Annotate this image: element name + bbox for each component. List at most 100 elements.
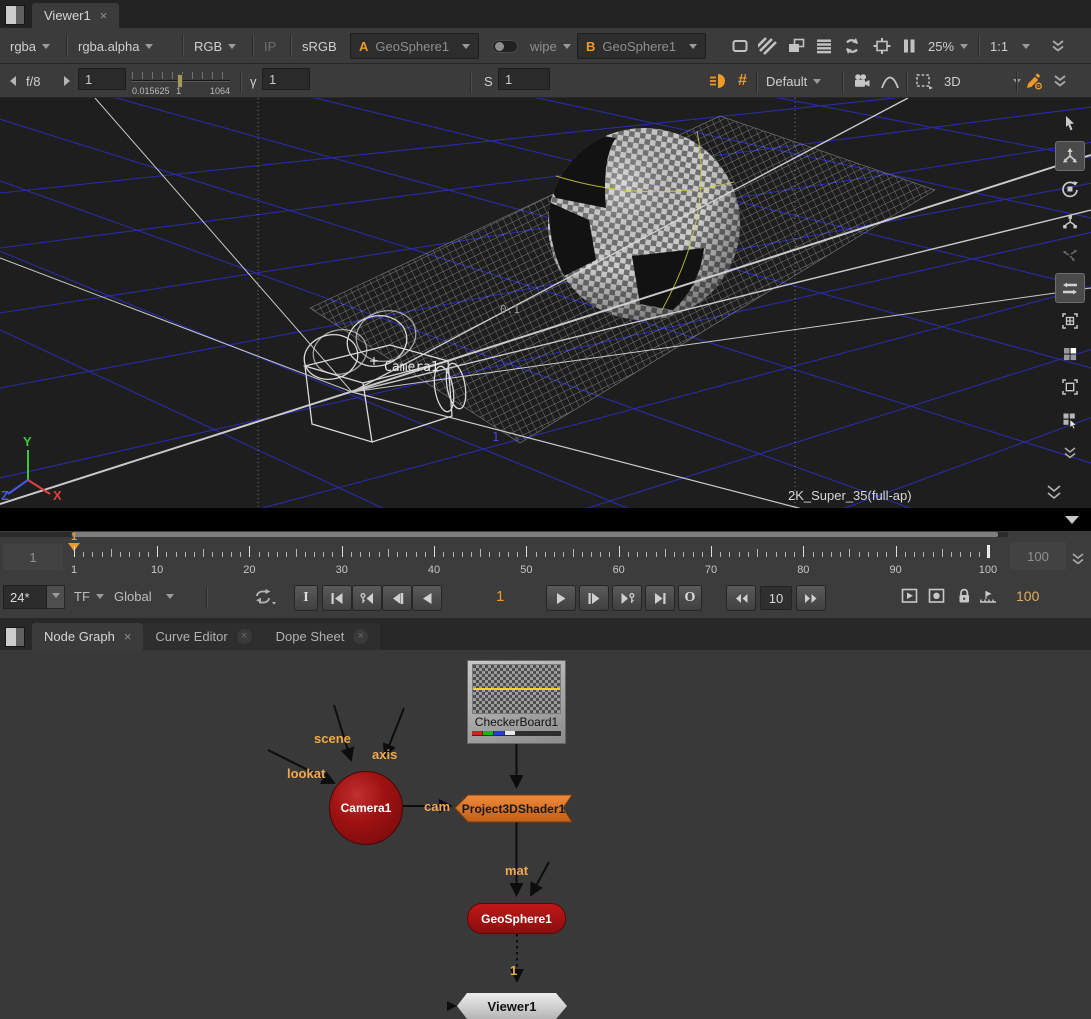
input-range-button[interactable]: I <box>294 585 318 611</box>
wipe-toggle[interactable] <box>492 33 518 59</box>
node-checkerboard[interactable]: CheckerBoard1 <box>467 660 566 744</box>
chevron-down-icon <box>960 44 968 53</box>
selection-box-icon[interactable] <box>914 68 934 94</box>
gamma-input[interactable]: 1 <box>262 68 310 90</box>
viewer-process-select[interactable]: Default <box>766 68 821 94</box>
translate-tool-icon[interactable] <box>1055 141 1085 171</box>
color-sample-icon[interactable] <box>1024 68 1044 94</box>
goto-end-button[interactable] <box>645 585 675 611</box>
float-window-icon[interactable] <box>786 33 806 59</box>
fps-select[interactable]: 24* <box>3 585 65 609</box>
roi-icon[interactable] <box>872 33 892 59</box>
ruler-tick <box>933 552 934 557</box>
frame-increment-box[interactable]: 10 <box>760 586 792 610</box>
node-project3dshader-label[interactable]: Project3DShader1 <box>455 795 572 822</box>
channels-select[interactable]: rgba <box>10 33 50 59</box>
viewport-canvas[interactable]: Camera1 0.1 1 Y X Z 2K_Super_35(full-ap) <box>0 98 1091 508</box>
ruler-tick <box>185 552 186 557</box>
collapse-format-icon[interactable] <box>1048 486 1060 498</box>
jump-back-button[interactable] <box>726 585 756 611</box>
close-icon[interactable]: × <box>237 629 252 644</box>
goto-start-button[interactable] <box>322 585 352 611</box>
record-icon[interactable] <box>928 588 946 604</box>
play-forward-button[interactable] <box>546 585 576 611</box>
input-process-button[interactable]: IP <box>264 33 276 59</box>
range-in-box[interactable]: 1 <box>3 544 63 570</box>
saturation-input[interactable]: 1 <box>498 68 550 90</box>
split-layout-icon[interactable] <box>1055 273 1085 303</box>
select-tool-icon[interactable] <box>1055 108 1085 138</box>
scale-tool-icon[interactable] <box>1055 207 1085 237</box>
more-tools-chevron-icon[interactable] <box>1055 438 1085 468</box>
transform-handles-icon[interactable] <box>1055 240 1085 270</box>
pixel-aspect-select[interactable]: 1:1 <box>990 33 1030 59</box>
zoom-select[interactable]: 25% <box>928 33 968 59</box>
separator <box>906 71 907 93</box>
rotate-tool-icon[interactable] <box>1055 174 1085 204</box>
input-b-select[interactable]: B GeoSphere1 <box>577 33 706 59</box>
output-range-button[interactable]: O <box>678 585 702 611</box>
pause-icon[interactable] <box>900 33 918 59</box>
tab-viewer1[interactable]: Viewer1 × <box>32 3 119 28</box>
frame-range-mode-select[interactable]: Global <box>114 589 174 604</box>
checkerboard-thumbnail <box>472 664 561 714</box>
info-dropdown-icon[interactable] <box>1065 516 1079 531</box>
grid-layout-icon[interactable] <box>1055 306 1085 336</box>
next-keyframe-button[interactable] <box>612 585 642 611</box>
gain-slider[interactable]: 0.01562511064 <box>132 68 230 94</box>
layer-select[interactable]: rgba.alpha <box>78 33 153 59</box>
film-camera-icon[interactable] <box>852 68 872 94</box>
frame-ruler[interactable]: 1 1 1102030405060708090100 <box>0 531 1008 580</box>
node-graph-canvas[interactable]: CheckerBoard1 Camera1 Project3DShader1 G… <box>0 650 1091 1019</box>
jump-forward-button[interactable] <box>796 585 826 611</box>
input-a-select[interactable]: A GeoSphere1 <box>350 33 479 59</box>
pane-menu-icon[interactable] <box>5 5 25 25</box>
lock-range-icon[interactable] <box>956 587 972 604</box>
gain-input[interactable]: 1 <box>78 68 126 90</box>
node-geosphere[interactable]: GeoSphere1 <box>467 903 566 934</box>
geosphere-object[interactable] <box>548 128 740 320</box>
tab-node-graph[interactable]: Node Graph × <box>32 623 143 650</box>
collapse-timeline-icon[interactable] <box>1070 551 1086 567</box>
view-mode-select[interactable]: 3D <box>944 68 1021 94</box>
prev-keyframe-button[interactable] <box>352 585 382 611</box>
refresh-icon[interactable] <box>842 33 862 59</box>
range-slider-icon[interactable] <box>978 588 998 604</box>
display-channel-select[interactable]: RGB <box>194 33 236 59</box>
node-camera[interactable]: Camera1 <box>329 771 403 845</box>
wipe-mode-select[interactable]: wipe <box>530 33 571 59</box>
pane-menu-icon[interactable] <box>5 627 25 647</box>
lut-button[interactable]: sRGB <box>302 33 337 59</box>
fit-frame-icon[interactable] <box>1055 372 1085 402</box>
range-end-display[interactable]: 100 <box>1016 588 1039 604</box>
range-out-box[interactable]: 100 <box>1010 542 1066 570</box>
wireframe-overlay-icon[interactable]: # <box>738 68 747 94</box>
next-view-icon[interactable] <box>62 68 72 94</box>
close-icon[interactable]: × <box>353 629 368 644</box>
step-forward-button[interactable] <box>579 585 609 611</box>
tab-curve-editor[interactable]: Curve Editor × <box>143 623 263 650</box>
ruler-tick <box>600 552 601 557</box>
node-viewer[interactable]: Viewer1 <box>457 993 567 1019</box>
close-icon[interactable]: × <box>124 630 132 643</box>
play-backward-button[interactable] <box>412 585 442 611</box>
scanline-icon[interactable] <box>814 33 834 59</box>
monitor-output-icon[interactable] <box>730 33 750 59</box>
collapse-toolbar-icon[interactable] <box>1052 68 1068 94</box>
lut-curve-icon[interactable] <box>880 68 900 94</box>
collapse-toolbar-icon[interactable] <box>1050 33 1066 59</box>
proxy-mode-icon[interactable] <box>758 33 778 59</box>
tab-dope-sheet[interactable]: Dope Sheet × <box>264 623 381 650</box>
prev-view-icon[interactable] <box>8 68 18 94</box>
input-label-scene: scene <box>314 731 351 746</box>
headlamp-light-icon[interactable] <box>708 68 728 94</box>
tile-layout-icon[interactable] <box>1055 339 1085 369</box>
viewport-3d[interactable]: Camera1 0.1 1 Y X Z 2K_Super_35(full-ap) <box>0 98 1091 508</box>
arrange-panels-icon[interactable] <box>1055 405 1085 435</box>
flipbook-icon[interactable] <box>901 588 919 604</box>
timeline-tf-select[interactable]: TF <box>74 589 104 604</box>
close-icon[interactable]: × <box>100 9 108 22</box>
playback-loop-icon[interactable] <box>252 588 278 606</box>
step-back-button[interactable] <box>382 585 412 611</box>
current-frame-display[interactable]: 1 <box>496 588 504 605</box>
